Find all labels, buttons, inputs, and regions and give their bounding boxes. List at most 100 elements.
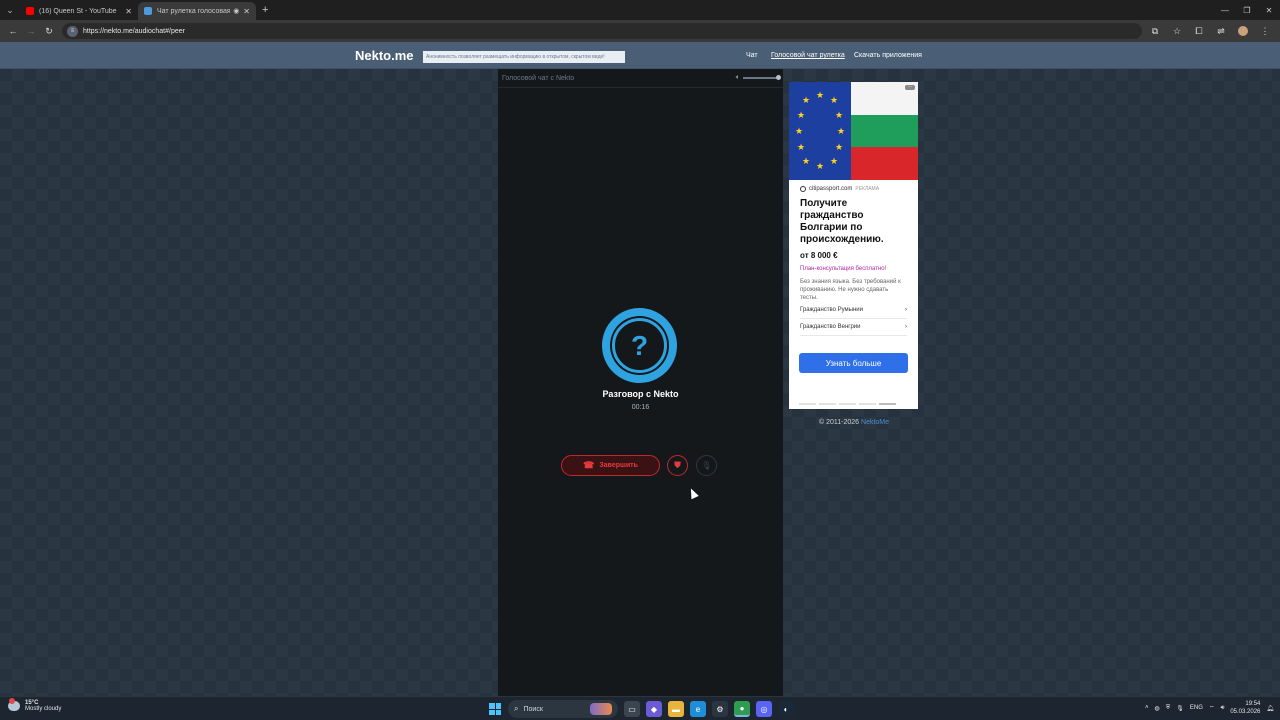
end-call-label: Завершить bbox=[599, 462, 638, 469]
search-icon: ⌕ bbox=[514, 704, 519, 713]
ad-source: citipassport.com РЕКЛАМА bbox=[800, 186, 918, 192]
steam-like-icon[interactable]: ⚙ bbox=[712, 701, 728, 717]
taskbar-search[interactable]: ⌕ Поиск bbox=[508, 700, 618, 718]
task-view-icon[interactable]: ▭ bbox=[624, 701, 640, 717]
install-app-icon[interactable]: ⧉ bbox=[1144, 26, 1166, 37]
advertisement[interactable]: ★ ★ ★ ★ ★ ★ ★ ★ ★ ★ ★ ★ ··· citipassport… bbox=[789, 82, 918, 409]
discord-icon[interactable]: ◎ bbox=[756, 701, 772, 717]
file-explorer-icon[interactable]: ▬ bbox=[668, 701, 684, 717]
microphone-icon: 🎙︎ bbox=[701, 461, 712, 470]
audio-playing-icon[interactable]: ◉ bbox=[233, 7, 239, 15]
nav-chat[interactable]: Чат bbox=[746, 52, 758, 59]
volume-knob[interactable] bbox=[776, 75, 781, 80]
ad-headline[interactable]: Получите гражданство Болгарии по происхо… bbox=[800, 198, 907, 246]
volume-slider[interactable] bbox=[743, 75, 781, 80]
eu-flag: ★ ★ ★ ★ ★ ★ ★ ★ ★ ★ ★ ★ bbox=[789, 82, 851, 180]
volume-tray-icon[interactable]: 🔊︎ bbox=[1221, 705, 1225, 712]
menu-icon[interactable]: ⋮ bbox=[1254, 26, 1276, 37]
maximize-icon[interactable]: ❐ bbox=[1236, 0, 1258, 20]
carousel-dot[interactable] bbox=[799, 403, 816, 405]
new-tab-button[interactable]: + bbox=[262, 4, 268, 16]
bulgaria-flag bbox=[851, 82, 918, 181]
speaker-icon[interactable]: 🔈︎ bbox=[736, 74, 740, 82]
ad-options-button[interactable]: ··· bbox=[905, 85, 915, 90]
anonymity-banner: Анонимность позволяет размещать информац… bbox=[423, 51, 625, 63]
browser-tab-strip: ⌄ (16) Queen St - YouTube ✕ Чат рулетка … bbox=[0, 0, 1280, 20]
copilot-icon[interactable]: ◆ bbox=[646, 701, 662, 717]
forward-icon[interactable]: → bbox=[22, 22, 40, 40]
ad-flag-image[interactable]: ★ ★ ★ ★ ★ ★ ★ ★ ★ ★ ★ ★ ··· bbox=[789, 82, 918, 181]
carousel-dot[interactable] bbox=[819, 403, 836, 405]
windows-start-icon[interactable] bbox=[489, 703, 501, 715]
weather-widget[interactable]: 15°C Mostly cloudy bbox=[8, 698, 62, 712]
site-logo[interactable]: Nekto.me bbox=[355, 48, 414, 63]
tab-title: (16) Queen St - YouTube bbox=[39, 7, 117, 15]
reload-icon[interactable]: ↻ bbox=[40, 22, 58, 40]
mic-tray-icon[interactable]: 🎙︎ bbox=[1176, 705, 1184, 712]
chevron-right-icon: › bbox=[905, 324, 907, 330]
ad-link-label: Гражданство Румынии bbox=[800, 307, 864, 313]
nektome-link[interactable]: NektoMe bbox=[861, 419, 889, 426]
steam-icon[interactable]: ◐ bbox=[778, 701, 794, 717]
mouse-cursor bbox=[687, 486, 699, 500]
back-icon[interactable]: ← bbox=[4, 22, 22, 40]
ad-link-hungary[interactable]: Гражданство Венгрии › bbox=[800, 319, 907, 336]
copyright-text: © 2011-2026 bbox=[819, 419, 860, 426]
ad-description: Без знания языка. Без требований к прожи… bbox=[800, 279, 901, 301]
clock-time: 19:54 bbox=[1245, 701, 1261, 707]
chat-header-title: Голосовой чат с Nekto bbox=[502, 74, 575, 82]
network-app-icon[interactable]: ◍ bbox=[1155, 705, 1160, 712]
close-tab-icon[interactable]: ✕ bbox=[243, 7, 250, 16]
extensions-icon[interactable]: ⧠ bbox=[1188, 26, 1210, 37]
url-bar[interactable]: ≡ https://nekto.me/audiochat#/peer bbox=[62, 23, 1142, 39]
windows-taskbar: 15°C Mostly cloudy ⌕ Поиск ▭ ◆ ▬ e ⚙ ● ◎… bbox=[0, 696, 1280, 720]
minimize-icon[interactable]: — bbox=[1214, 0, 1236, 20]
conversation-title: Разговор с Nekto bbox=[602, 389, 679, 399]
shield-icon: ⛊ bbox=[674, 460, 681, 470]
volume-control[interactable]: 🔈︎ bbox=[736, 74, 781, 82]
ad-source-icon bbox=[800, 186, 806, 192]
microphone-button[interactable]: 🎙︎ bbox=[696, 455, 717, 476]
ad-link-romania[interactable]: Гражданство Румынии › bbox=[800, 302, 907, 319]
search-placeholder: Поиск bbox=[523, 705, 543, 713]
bookmark-star-icon[interactable]: ☆ bbox=[1166, 26, 1188, 37]
chrome-icon[interactable]: ● bbox=[734, 701, 750, 717]
language-indicator[interactable]: ENG bbox=[1190, 705, 1203, 711]
nav-download-apps[interactable]: Скачать приложения bbox=[854, 52, 922, 59]
nav-voice-roulette[interactable]: Голосовой чат рулетка bbox=[771, 52, 845, 59]
ad-learn-more-button[interactable]: Узнать больше bbox=[799, 353, 908, 373]
site-header: Nekto.me Анонимность позволяет размещать… bbox=[0, 42, 1280, 69]
profile-avatar[interactable] bbox=[1232, 25, 1254, 37]
window-controls: — ❐ ✕ bbox=[1214, 0, 1280, 20]
address-toolbar: ← → ↻ ≡ https://nekto.me/audiochat#/peer… bbox=[0, 20, 1280, 42]
search-highlight-icon bbox=[590, 703, 612, 715]
end-call-button[interactable]: ☎ Завершить bbox=[561, 455, 660, 476]
report-shield-button[interactable]: ⛊ bbox=[667, 455, 688, 476]
footer-copyright: © 2011-2026 NektoMe bbox=[819, 419, 889, 426]
tab-youtube[interactable]: (16) Queen St - YouTube ✕ bbox=[20, 2, 138, 20]
tray-overflow-icon[interactable]: ˄ bbox=[1145, 705, 1149, 711]
sidebar-icon[interactable]: ⇌ bbox=[1210, 26, 1232, 37]
ad-link-label: Гражданство Венгрии bbox=[800, 324, 861, 330]
close-tab-icon[interactable]: ✕ bbox=[125, 7, 132, 16]
youtube-icon bbox=[26, 7, 34, 15]
tab-nekto[interactable]: Чат рулетка голосовая — ◉ ✕ bbox=[138, 2, 256, 20]
weather-description: Mostly cloudy bbox=[25, 706, 62, 712]
edge-icon[interactable]: e bbox=[690, 701, 706, 717]
carousel-dot-active[interactable] bbox=[879, 403, 896, 405]
peer-avatar: ? bbox=[602, 308, 677, 383]
carousel-dot[interactable] bbox=[839, 403, 856, 405]
cloudy-weather-icon bbox=[8, 698, 20, 711]
security-icon[interactable]: ⛨ bbox=[1166, 705, 1171, 712]
system-clock[interactable]: 19:54 05.03.2026 bbox=[1230, 700, 1260, 716]
url-text: https://nekto.me/audiochat#/peer bbox=[83, 27, 185, 35]
notification-bell-icon[interactable]: 🔔︎ bbox=[1266, 705, 1274, 712]
close-window-icon[interactable]: ✕ bbox=[1258, 0, 1280, 20]
wifi-icon[interactable]: ⌔ bbox=[1209, 704, 1215, 712]
tab-search-icon[interactable]: ⌄ bbox=[0, 0, 20, 20]
question-mark-icon: ? bbox=[612, 318, 667, 373]
site-info-icon[interactable]: ≡ bbox=[67, 25, 78, 37]
nekto-favicon bbox=[144, 7, 152, 15]
carousel-dot[interactable] bbox=[859, 403, 876, 405]
clock-date: 05.03.2026 bbox=[1230, 709, 1261, 715]
